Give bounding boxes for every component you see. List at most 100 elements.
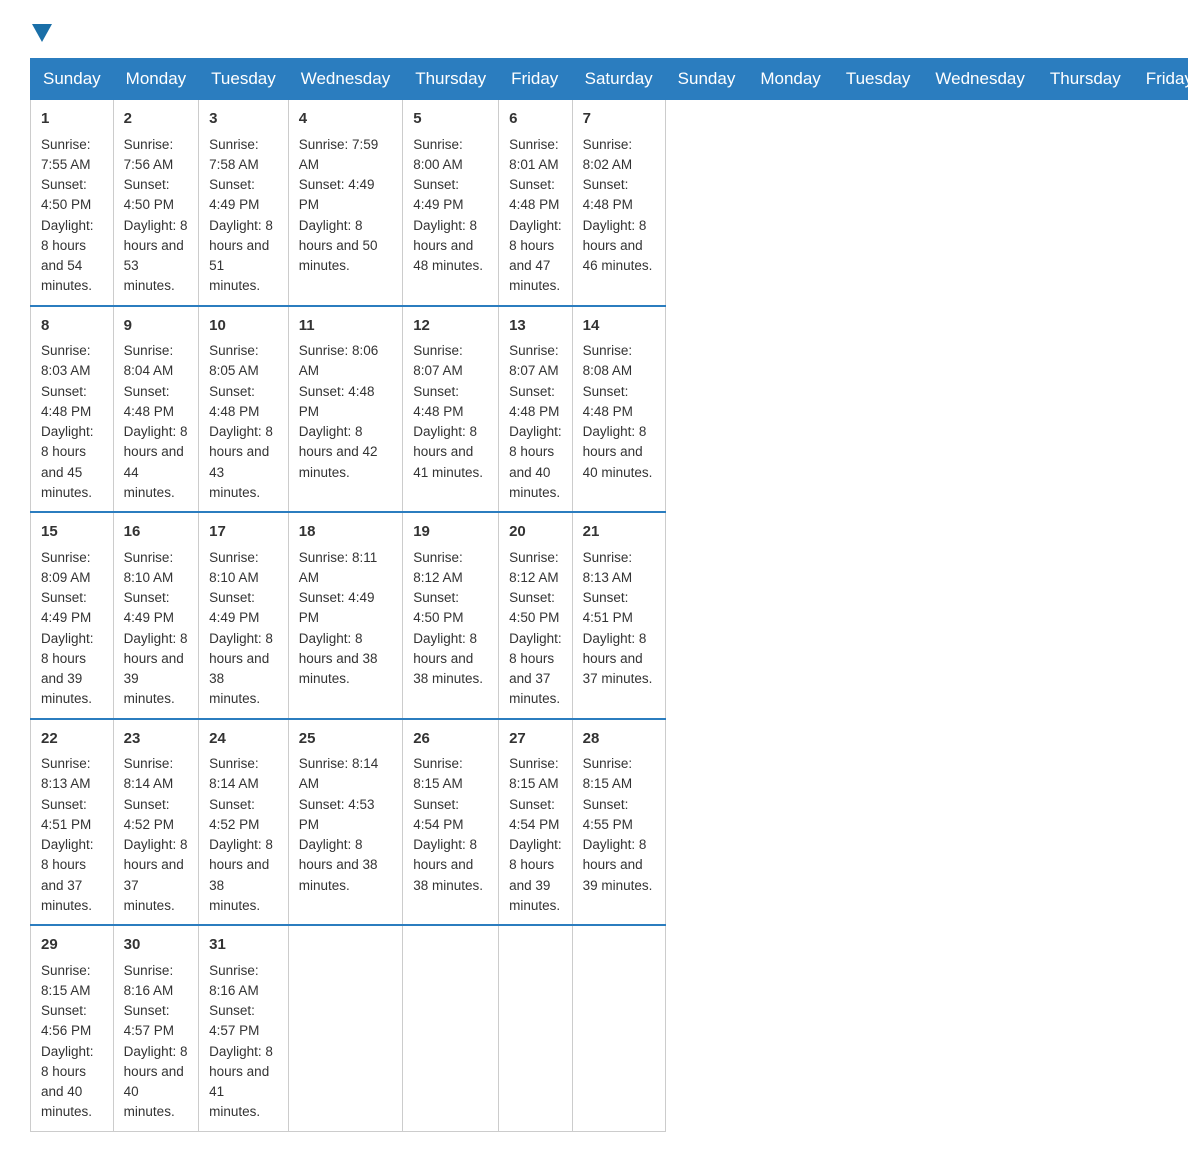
daylight-text: Daylight: 8 hours and 41 minutes. [209, 1044, 273, 1120]
calendar-cell: 7Sunrise: 8:02 AMSunset: 4:48 PMDaylight… [572, 100, 665, 306]
day-number: 11 [299, 315, 392, 338]
sunrise-text: Sunrise: 8:12 AM [413, 550, 463, 585]
sunset-text: Sunset: 4:48 PM [509, 384, 559, 419]
page-header [30, 20, 1158, 38]
sunset-text: Sunset: 4:57 PM [124, 1003, 174, 1038]
calendar-cell: 16 Sunrise: 8:10 AM Sunset: 4:49 PM Dayligh… [113, 512, 198, 719]
sunrise-text: Sunrise: 8:16 AM [124, 963, 174, 998]
day-number: 13 [509, 315, 562, 338]
sunrise-text: Sunrise: 8:08 AM [583, 343, 633, 378]
sunset-text: Sunset: 4:49 PM [41, 590, 91, 625]
logo-triangle-icon [32, 24, 52, 42]
day-number: 10 [209, 315, 278, 338]
sunset-text: Sunset: 4:49 PM [413, 177, 463, 212]
sunrise-text: Sunrise: 8:03 AM [41, 343, 91, 378]
sunrise-text: Sunrise: 7:55 AM [41, 137, 91, 172]
day-number: 24 [209, 728, 278, 751]
day-number: 18 [299, 521, 392, 544]
sunrise-text: Sunrise: 7:56 AM [124, 137, 174, 172]
header-day-sunday: Sunday [665, 59, 748, 100]
day-number: 16 [124, 521, 188, 544]
calendar-cell [572, 925, 665, 1131]
day-number: 31 [209, 934, 278, 957]
day-number: 15 [41, 521, 103, 544]
calendar-cell: 30 Sunrise: 8:16 AM Sunset: 4:57 PM Dayligh… [113, 925, 198, 1131]
daylight-text: Daylight: 8 hours and 37 minutes. [509, 631, 562, 707]
calendar-cell [288, 925, 402, 1131]
sunrise-text: Sunrise: 8:04 AM [124, 343, 174, 378]
day-number: 19 [413, 521, 488, 544]
header-tuesday: Tuesday [199, 59, 289, 100]
sunrise-text: Sunrise: 8:13 AM [41, 756, 91, 791]
daylight-text: Daylight: 8 hours and 39 minutes. [583, 837, 653, 893]
calendar-cell: 6Sunrise: 8:01 AMSunset: 4:48 PMDaylight… [499, 100, 573, 306]
sunrise-text: Sunrise: 7:59 AM [299, 137, 379, 172]
sunrise-text: Sunrise: 8:10 AM [209, 550, 259, 585]
sunrise-text: Sunrise: 8:12 AM [509, 550, 559, 585]
day-number: 30 [124, 934, 188, 957]
daylight-text: Daylight: 8 hours and 37 minutes. [41, 837, 94, 913]
daylight-text: Daylight: 8 hours and 41 minutes. [413, 424, 483, 480]
sunrise-text: Sunrise: 8:11 AM [299, 550, 378, 585]
sunset-text: Sunset: 4:50 PM [124, 177, 174, 212]
daylight-text: Daylight: 8 hours and 40 minutes. [124, 1044, 188, 1120]
calendar-cell: 21Sunrise: 8:13 AMSunset: 4:51 PMDayligh… [572, 512, 665, 719]
calendar-cell: 4Sunrise: 7:59 AMSunset: 4:49 PMDaylight… [288, 100, 402, 306]
daylight-text: Daylight: 8 hours and 38 minutes. [413, 837, 483, 893]
daylight-text: Daylight: 8 hours and 53 minutes. [124, 218, 188, 294]
sunset-text: Sunset: 4:56 PM [41, 1003, 91, 1038]
calendar-cell: 19Sunrise: 8:12 AMSunset: 4:50 PMDayligh… [403, 512, 499, 719]
sunrise-text: Sunrise: 8:15 AM [41, 963, 91, 998]
calendar-cell: 10Sunrise: 8:05 AMSunset: 4:48 PMDayligh… [199, 306, 289, 513]
sunrise-text: Sunrise: 8:00 AM [413, 137, 463, 172]
calendar-cell: 8Sunrise: 8:03 AMSunset: 4:48 PMDaylight… [31, 306, 114, 513]
header-wednesday: Wednesday [288, 59, 402, 100]
header-day-monday: Monday [748, 59, 833, 100]
day-number: 28 [583, 728, 655, 751]
day-number: 25 [299, 728, 392, 751]
daylight-text: Daylight: 8 hours and 39 minutes. [124, 631, 188, 707]
day-number: 20 [509, 521, 562, 544]
daylight-text: Daylight: 8 hours and 47 minutes. [509, 218, 562, 294]
calendar-cell: 29Sunrise: 8:15 AMSunset: 4:56 PMDayligh… [31, 925, 114, 1131]
daylight-text: Daylight: 8 hours and 40 minutes. [509, 424, 562, 500]
sunrise-text: Sunrise: 8:16 AM [209, 963, 259, 998]
calendar-cell: 31 Sunrise: 8:16 AM Sunset: 4:57 PM Dayligh… [199, 925, 289, 1131]
daylight-text: Daylight: 8 hours and 51 minutes. [209, 218, 273, 294]
daylight-text: Daylight: 8 hours and 45 minutes. [41, 424, 94, 500]
sunrise-text: Sunrise: 8:02 AM [583, 137, 633, 172]
sunset-text: Sunset: 4:50 PM [41, 177, 91, 212]
day-number: 1 [41, 108, 103, 131]
sunset-text: Sunset: 4:49 PM [124, 590, 174, 625]
daylight-text: Daylight: 8 hours and 48 minutes. [413, 218, 483, 274]
header-day-thursday: Thursday [1037, 59, 1133, 100]
sunset-text: Sunset: 4:48 PM [413, 384, 463, 419]
daylight-text: Daylight: 8 hours and 39 minutes. [41, 631, 94, 707]
header-day-wednesday: Wednesday [923, 59, 1037, 100]
calendar-cell: 18Sunrise: 8:11 AMSunset: 4:49 PMDayligh… [288, 512, 402, 719]
sunset-text: Sunset: 4:48 PM [124, 384, 174, 419]
sunrise-text: Sunrise: 8:01 AM [509, 137, 559, 172]
sunset-text: Sunset: 4:51 PM [41, 797, 91, 832]
sunrise-text: Sunrise: 8:15 AM [509, 756, 559, 791]
header-friday: Friday [499, 59, 573, 100]
sunset-text: Sunset: 4:50 PM [509, 590, 559, 625]
sunset-text: Sunset: 4:50 PM [413, 590, 463, 625]
sunset-text: Sunset: 4:52 PM [209, 797, 259, 832]
daylight-text: Daylight: 8 hours and 42 minutes. [299, 424, 378, 480]
sunset-text: Sunset: 4:54 PM [413, 797, 463, 832]
day-number: 17 [209, 521, 278, 544]
daylight-text: Daylight: 8 hours and 38 minutes. [209, 631, 273, 707]
sunrise-text: Sunrise: 8:06 AM [299, 343, 379, 378]
calendar-cell: 12Sunrise: 8:07 AMSunset: 4:48 PMDayligh… [403, 306, 499, 513]
calendar-cell: 22Sunrise: 8:13 AMSunset: 4:51 PMDayligh… [31, 719, 114, 926]
sunrise-text: Sunrise: 8:10 AM [124, 550, 174, 585]
sunset-text: Sunset: 4:49 PM [299, 177, 375, 212]
day-number: 23 [124, 728, 188, 751]
sunset-text: Sunset: 4:57 PM [209, 1003, 259, 1038]
calendar-cell: 25Sunrise: 8:14 AMSunset: 4:53 PMDayligh… [288, 719, 402, 926]
calendar-cell: 17Sunrise: 8:10 AMSunset: 4:49 PMDayligh… [199, 512, 289, 719]
daylight-text: Daylight: 8 hours and 37 minutes. [124, 837, 188, 913]
sunrise-text: Sunrise: 7:58 AM [209, 137, 259, 172]
sunset-text: Sunset: 4:53 PM [299, 797, 375, 832]
